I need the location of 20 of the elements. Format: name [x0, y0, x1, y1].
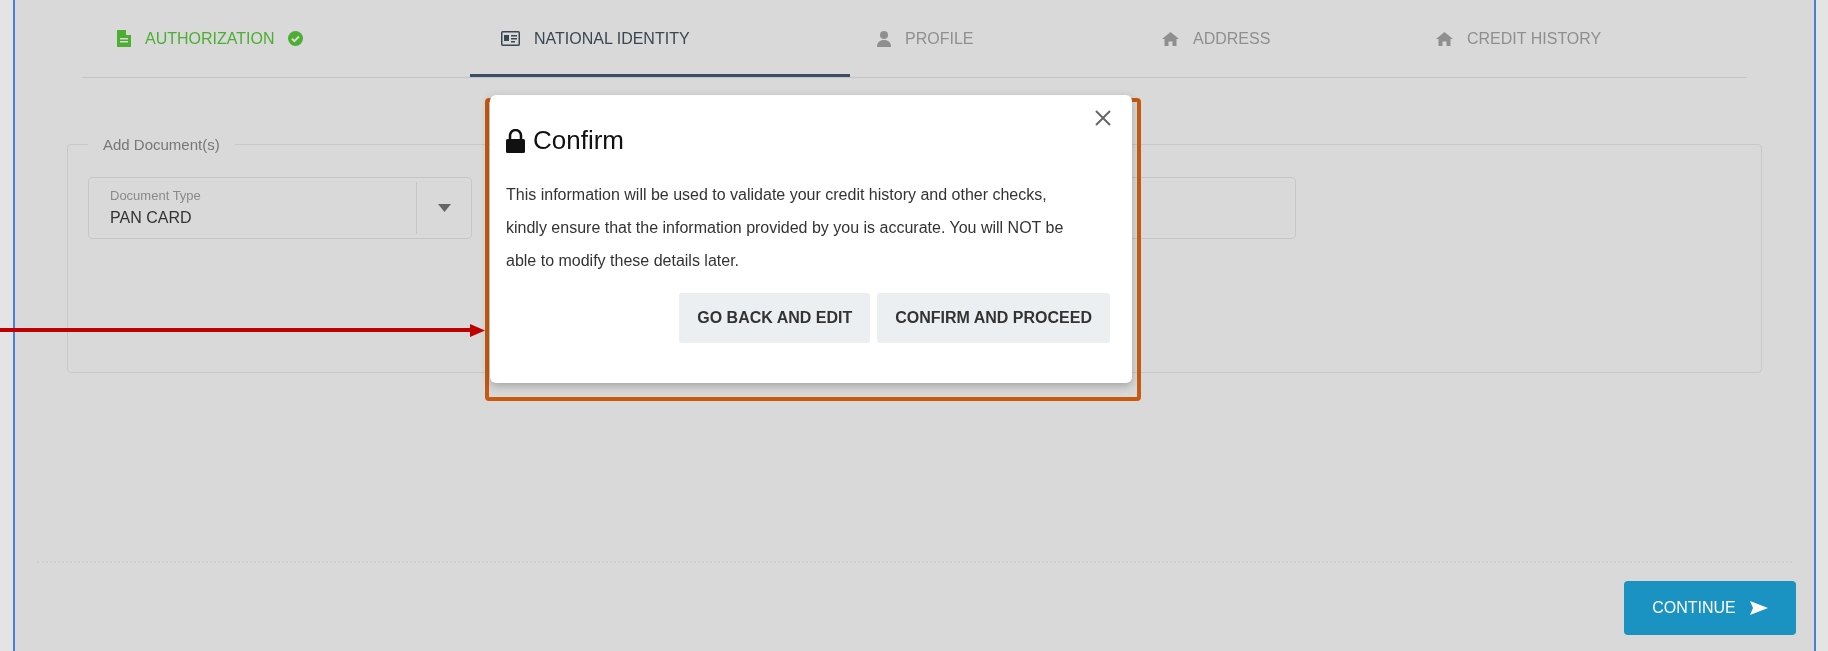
- lock-icon: [506, 128, 525, 153]
- home-icon: [1162, 31, 1179, 46]
- field-label: Document Type: [110, 187, 202, 206]
- dropdown-caret-icon: [437, 204, 451, 212]
- dialog-title: Confirm: [533, 124, 624, 157]
- home-icon: [1436, 31, 1453, 46]
- user-icon: [877, 30, 891, 47]
- continue-button[interactable]: CONTINUE: [1624, 581, 1796, 635]
- check-circle-icon: [288, 31, 304, 46]
- id-card-icon: [501, 31, 520, 46]
- document-icon: [117, 30, 131, 47]
- dialog-message: This information will be used to validate your credit history and other checks, kindly ensure that the information provided by you is accurate. You will NOT be able to modify these details later.: [506, 185, 1065, 271]
- dialog-button[interactable]: GO BACK AND EDIT: [679, 293, 871, 343]
- field-value: PAN CARD: [110, 207, 193, 228]
- document-type-select[interactable]: Document Type PAN CARD: [88, 177, 472, 239]
- close-icon: [1095, 110, 1111, 126]
- dialog-button[interactable]: CONFIRM AND PROCEED: [877, 293, 1110, 343]
- step-tab[interactable]: AUTHORIZATION: [82, 0, 470, 77]
- step-tab[interactable]: NATIONAL IDENTITY: [470, 0, 850, 77]
- send-arrow-icon: [1749, 601, 1768, 615]
